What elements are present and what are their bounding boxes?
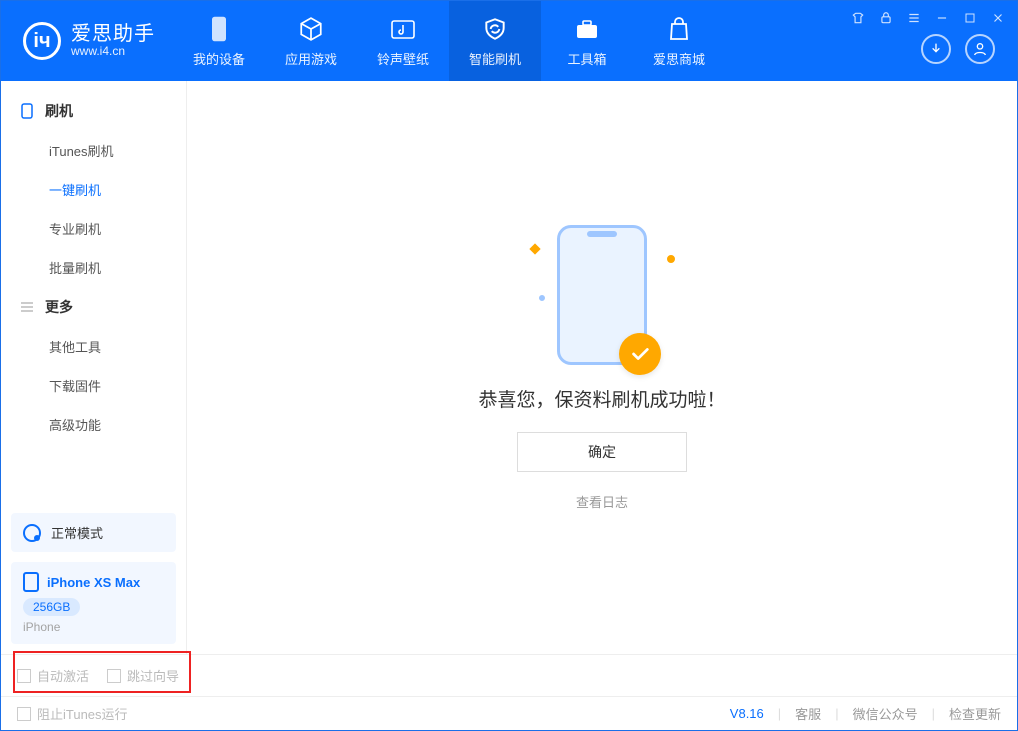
sidebar-item-other-tools[interactable]: 其他工具 bbox=[1, 327, 186, 366]
main-content: 恭喜您，保资料刷机成功啦！ 确定 查看日志 bbox=[187, 81, 1017, 654]
cube-icon bbox=[297, 15, 325, 43]
phone-small-icon bbox=[23, 572, 39, 592]
auto-activate-checkbox[interactable]: 自动激活 bbox=[17, 666, 89, 685]
sidebar-scroll: 刷机 iTunes刷机 一键刷机 专业刷机 批量刷机 更多 其他工具 下载固件 … bbox=[1, 81, 186, 503]
nav-ringtones[interactable]: 铃声壁纸 bbox=[357, 1, 449, 81]
toolbox-icon bbox=[573, 15, 601, 43]
device-header: iPhone XS Max bbox=[23, 572, 164, 592]
mode-icon bbox=[23, 524, 41, 542]
mode-label: 正常模式 bbox=[51, 523, 103, 542]
minimize-icon[interactable] bbox=[933, 9, 951, 27]
mode-card[interactable]: 正常模式 bbox=[11, 513, 176, 552]
nav-my-device[interactable]: 我的设备 bbox=[173, 1, 265, 81]
view-log-link[interactable]: 查看日志 bbox=[576, 492, 628, 511]
check-update-link[interactable]: 检查更新 bbox=[949, 704, 1001, 723]
tshirt-icon[interactable] bbox=[849, 9, 867, 27]
device-small-icon bbox=[19, 103, 35, 119]
nav-store[interactable]: 爱思商城 bbox=[633, 1, 725, 81]
bag-icon bbox=[665, 15, 693, 43]
sidebar-item-itunes-flash[interactable]: iTunes刷机 bbox=[1, 131, 186, 170]
prevent-itunes-checkbox[interactable]: 阻止iTunes运行 bbox=[17, 704, 128, 723]
checkbox-icon bbox=[17, 707, 31, 721]
footer-options: 自动激活 跳过向导 bbox=[1, 654, 1017, 696]
skip-guide-checkbox[interactable]: 跳过向导 bbox=[107, 666, 179, 685]
app-window: iч 爱思助手 www.i4.cn 我的设备 应用游戏 铃声壁纸 智能刷机 bbox=[0, 0, 1018, 731]
device-card[interactable]: iPhone XS Max 256GB iPhone bbox=[11, 562, 176, 644]
checkbox-label: 阻止iTunes运行 bbox=[37, 704, 128, 723]
checkbox-label: 跳过向导 bbox=[127, 666, 179, 685]
device-type: iPhone bbox=[23, 620, 164, 634]
sidebar-item-one-click-flash[interactable]: 一键刷机 bbox=[1, 170, 186, 209]
sidebar-group-title: 刷机 bbox=[45, 101, 73, 121]
download-button[interactable] bbox=[921, 34, 951, 64]
status-bar: 阻止iTunes运行 V8.16 | 客服 | 微信公众号 | 检查更新 bbox=[1, 696, 1017, 730]
nav-label: 爱思商城 bbox=[653, 49, 705, 68]
user-button[interactable] bbox=[965, 34, 995, 64]
sparkle-icon bbox=[665, 253, 676, 264]
checkbox-label: 自动激活 bbox=[37, 666, 89, 685]
sidebar: 刷机 iTunes刷机 一键刷机 专业刷机 批量刷机 更多 其他工具 下载固件 … bbox=[1, 81, 187, 654]
app-name: 爱思助手 bbox=[71, 23, 155, 45]
statusbar-right: V8.16 | 客服 | 微信公众号 | 检查更新 bbox=[730, 704, 1001, 723]
refresh-shield-icon bbox=[481, 15, 509, 43]
nav-label: 工具箱 bbox=[567, 49, 606, 68]
app-url: www.i4.cn bbox=[71, 45, 155, 58]
titlebar-controls bbox=[849, 9, 1007, 27]
ok-button[interactable]: 确定 bbox=[517, 432, 687, 472]
phone-notch-icon bbox=[587, 231, 617, 237]
sidebar-item-advanced[interactable]: 高级功能 bbox=[1, 405, 186, 444]
check-badge-icon bbox=[619, 333, 661, 375]
logo-icon: iч bbox=[23, 22, 61, 60]
logo[interactable]: iч 爱思助手 www.i4.cn bbox=[1, 22, 173, 60]
checkbox-icon bbox=[17, 669, 31, 683]
close-icon[interactable] bbox=[989, 9, 1007, 27]
phone-icon bbox=[205, 15, 233, 43]
nav-toolbox[interactable]: 工具箱 bbox=[541, 1, 633, 81]
support-link[interactable]: 客服 bbox=[795, 704, 821, 723]
sidebar-group-flash: 刷机 bbox=[1, 91, 186, 131]
nav-label: 应用游戏 bbox=[285, 49, 337, 68]
nav-label: 智能刷机 bbox=[469, 49, 521, 68]
menu-icon[interactable] bbox=[905, 9, 923, 27]
music-folder-icon bbox=[389, 15, 417, 43]
lock-icon[interactable] bbox=[877, 9, 895, 27]
storage-badge: 256GB bbox=[23, 598, 80, 616]
top-nav: 我的设备 应用游戏 铃声壁纸 智能刷机 工具箱 爱思商城 bbox=[173, 1, 921, 81]
nav-apps-games[interactable]: 应用游戏 bbox=[265, 1, 357, 81]
maximize-icon[interactable] bbox=[961, 9, 979, 27]
body: 刷机 iTunes刷机 一键刷机 专业刷机 批量刷机 更多 其他工具 下载固件 … bbox=[1, 81, 1017, 654]
sparkle-icon bbox=[538, 293, 546, 301]
sidebar-item-download-firmware[interactable]: 下载固件 bbox=[1, 366, 186, 405]
device-name: iPhone XS Max bbox=[47, 575, 140, 590]
list-icon bbox=[19, 299, 35, 315]
success-illustration bbox=[557, 225, 647, 365]
sidebar-group-title: 更多 bbox=[45, 297, 73, 317]
nav-label: 铃声壁纸 bbox=[377, 49, 429, 68]
sidebar-item-pro-flash[interactable]: 专业刷机 bbox=[1, 209, 186, 248]
checkbox-icon bbox=[107, 669, 121, 683]
sidebar-bottom: 正常模式 iPhone XS Max 256GB iPhone bbox=[1, 503, 186, 654]
version-label: V8.16 bbox=[730, 706, 764, 721]
sidebar-item-batch-flash[interactable]: 批量刷机 bbox=[1, 248, 186, 287]
wechat-link[interactable]: 微信公众号 bbox=[853, 704, 918, 723]
nav-label: 我的设备 bbox=[193, 49, 245, 68]
sparkle-icon bbox=[529, 243, 540, 254]
nav-smart-flash[interactable]: 智能刷机 bbox=[449, 1, 541, 81]
success-message: 恭喜您，保资料刷机成功啦！ bbox=[478, 385, 725, 412]
sidebar-group-more: 更多 bbox=[1, 287, 186, 327]
